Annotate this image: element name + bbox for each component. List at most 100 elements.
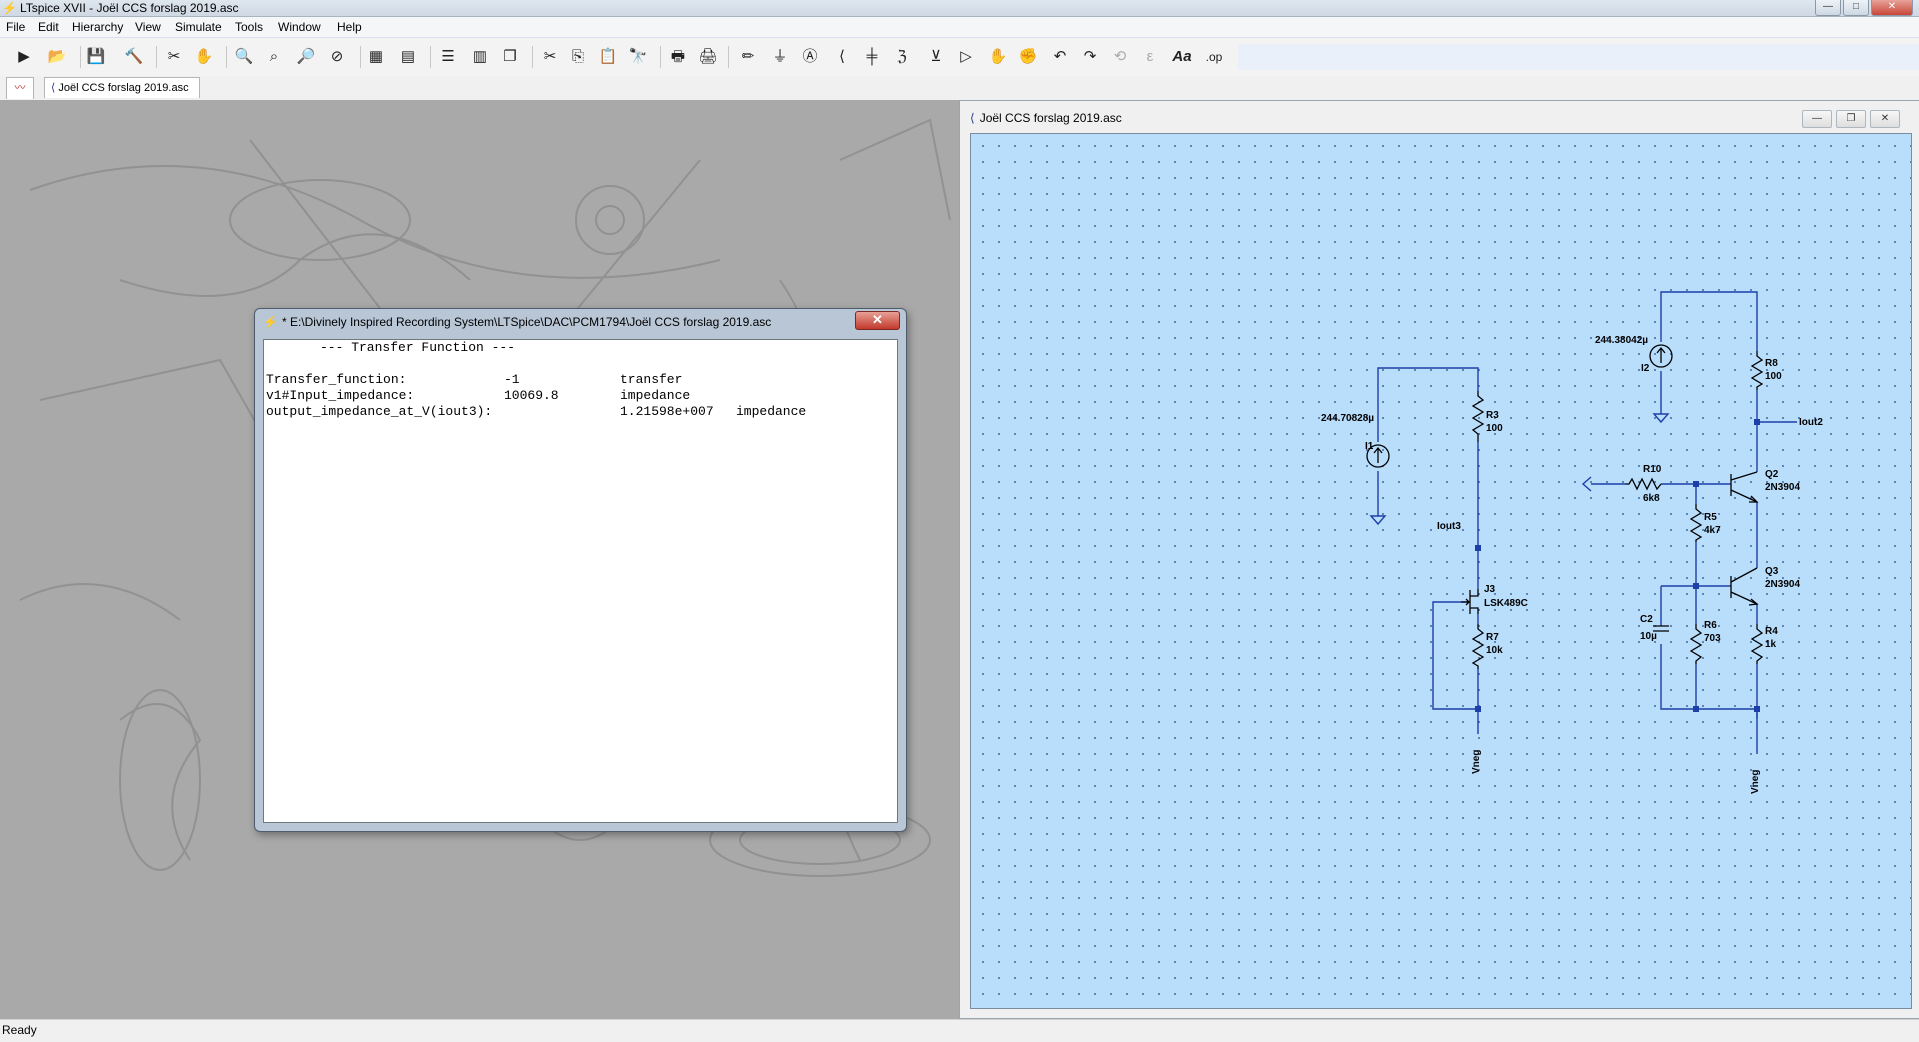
iout3-net-label: Iout3 [1437, 521, 1461, 532]
dialog-close-button[interactable]: ✕ [855, 311, 900, 330]
R10-resistor [1625, 477, 1662, 491]
mirror-icon[interactable]: ε [1138, 46, 1162, 68]
waveform-icon: 〰 [14, 82, 26, 94]
schematic-canvas[interactable]: 244.70828µ I1 R3 100 Iout3 J3 LSK489C R7… [970, 133, 1912, 1009]
autorange-icon[interactable]: ▦ [364, 46, 388, 68]
spice-directive-icon[interactable]: .op [1202, 46, 1226, 68]
undo-icon[interactable]: ↶ [1048, 46, 1072, 68]
menu-help[interactable]: Help [337, 20, 362, 34]
print-icon[interactable]: 🖶 [666, 46, 690, 68]
schematic-window-controls: — ❐ ✕ [1798, 110, 1900, 128]
R6-value-label: 703 [1704, 633, 1721, 644]
label-net-icon[interactable]: Ⓐ [798, 46, 822, 68]
inductor-icon[interactable]: ℨ [890, 46, 914, 68]
app-title-bar: ⚡ LTspice XVII - Joël CCS forslag 2019.a… [0, 0, 1919, 17]
paste-icon[interactable]: 📋 [596, 46, 620, 68]
result-row-value: 1.21598e+007 [620, 404, 714, 419]
junction-dot [1754, 706, 1760, 712]
ground-symbol-1 [1369, 515, 1387, 526]
open-icon[interactable]: 📂 [45, 46, 69, 68]
grid-icon[interactable]: ▤ [396, 46, 420, 68]
status-text: Ready [2, 1023, 37, 1037]
R3-value-label: 100 [1486, 423, 1503, 434]
R8-name-label: R8 [1765, 358, 1778, 369]
R10-name-label: R10 [1643, 464, 1662, 475]
tile-vertical-icon[interactable]: ▥ [468, 46, 492, 68]
tab-waveform[interactable]: 〰 [6, 77, 34, 99]
R5-value-label: 4k7 [1704, 525, 1721, 536]
tab-schematic-label: Joël CCS forslag 2019.asc [58, 82, 189, 94]
result-row-value: -1 [504, 372, 520, 387]
R4-resistor [1750, 624, 1764, 664]
cascade-icon[interactable]: ❐ [498, 46, 522, 68]
tile-horizontal-icon[interactable]: ☰ [436, 46, 460, 68]
R3-resistor [1471, 391, 1485, 442]
status-bar: Ready [0, 1019, 1919, 1042]
Q3-name-label: Q3 [1765, 566, 1779, 577]
result-row-unit: impedance [736, 404, 807, 419]
redo-icon[interactable]: ↷ [1078, 46, 1102, 68]
control-panel-icon[interactable]: 🔨 [122, 46, 146, 68]
junction-dot [1475, 706, 1481, 712]
schematic-minimize-button[interactable]: — [1802, 110, 1832, 128]
capacitor-icon[interactable]: ╪ [860, 46, 884, 68]
Q3-transistor [1730, 567, 1758, 605]
junction-dot [1693, 583, 1699, 589]
zoom-cancel-icon[interactable]: ⊘ [325, 46, 349, 68]
component-icon[interactable]: ▷ [954, 46, 978, 68]
J3-jfet [1469, 589, 1479, 614]
find-icon[interactable]: 🔭 [626, 46, 650, 68]
save-icon[interactable]: 💾 [84, 46, 108, 68]
menu-hierarchy[interactable]: Hierarchy [72, 20, 123, 34]
ltspice-logo-icon: ⚡ [263, 315, 278, 329]
run-icon[interactable]: ▶ [12, 46, 36, 68]
R7-value-label: 10k [1486, 645, 1503, 656]
pan-icon[interactable]: ✋ [192, 46, 216, 68]
Q3-model-label: 2N3904 [1765, 579, 1801, 590]
menu-simulate[interactable]: Simulate [175, 20, 222, 34]
toolbar-empty-area [1238, 44, 1919, 70]
minimize-button[interactable]: — [1815, 0, 1841, 16]
iout2-net-label: Iout2 [1799, 417, 1823, 428]
print-setup-icon[interactable]: 🖨 [696, 46, 720, 68]
result-row-name: output_impedance_at_V(iout3): [266, 404, 493, 419]
wire [1660, 644, 1758, 754]
result-row-unit: transfer [620, 372, 683, 387]
text-icon[interactable]: Aa [1170, 46, 1194, 68]
window-controls: — □ ✕ [1813, 0, 1913, 16]
zoom-in-icon[interactable]: 🔍 [232, 46, 256, 68]
maximize-button[interactable]: □ [1843, 0, 1869, 16]
ground-icon[interactable]: ⏚ [768, 46, 792, 68]
I2-name-label: I2 [1641, 363, 1650, 374]
menu-tools[interactable]: Tools [235, 20, 263, 34]
diode-icon[interactable]: ⊻ [924, 46, 948, 68]
menu-edit[interactable]: Edit [38, 20, 59, 34]
schematic-close-button[interactable]: ✕ [1870, 110, 1900, 128]
input-arrow [1581, 476, 1592, 492]
R6-name-label: R6 [1704, 620, 1717, 631]
window-title: LTspice XVII - Joël CCS forslag 2019.asc [20, 1, 239, 15]
rotate-icon[interactable]: ⟲ [1108, 46, 1132, 68]
cut-icon[interactable]: ✂ [538, 46, 562, 68]
halt-icon[interactable]: ✂ [162, 46, 186, 68]
R7-name-label: R7 [1486, 632, 1499, 643]
menu-file[interactable]: File [6, 20, 25, 34]
copy-icon[interactable]: ⎘ [566, 46, 590, 68]
menu-view[interactable]: View [135, 20, 161, 34]
wire-icon[interactable]: ✏ [736, 46, 760, 68]
schematic-icon: ⟨ [51, 82, 56, 94]
close-button[interactable]: ✕ [1871, 0, 1913, 16]
schematic-restore-button[interactable]: ❐ [1836, 110, 1866, 128]
transfer-function-dialog[interactable]: ⚡ * E:\Divinely Inspired Recording System… [254, 308, 907, 832]
dialog-output-text[interactable]: --- Transfer Function --- Transfer_funct… [263, 339, 898, 823]
move-icon[interactable]: ✋ [986, 46, 1010, 68]
schematic-window-title: ⟨ Joël CCS forslag 2019.asc [970, 111, 1122, 125]
result-row-unit: impedance [620, 388, 691, 403]
zoom-out-icon[interactable]: 🔎 [294, 46, 318, 68]
tab-schematic[interactable]: ⟨ Joël CCS forslag 2019.asc [44, 77, 200, 98]
drag-icon[interactable]: ✊ [1016, 46, 1040, 68]
zoom-box-icon[interactable]: ⌕ [262, 46, 286, 68]
result-row-value: 10069.8 [504, 388, 559, 403]
resistor-icon[interactable]: ⟨ [830, 46, 854, 68]
menu-window[interactable]: Window [278, 20, 321, 34]
